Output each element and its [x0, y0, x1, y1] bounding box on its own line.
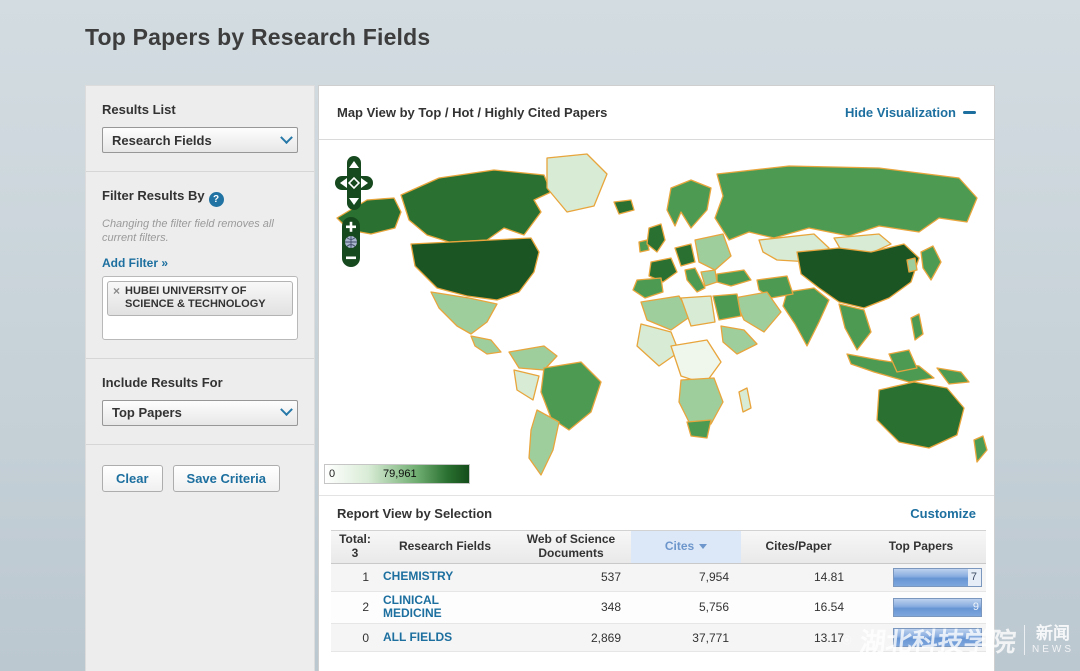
bar-value: 7: [970, 570, 977, 583]
filter-tag-label: HUBEI UNIVERSITY OF SCIENCE & TECHNOLOGY: [125, 284, 266, 310]
cell-cites: 7,954: [698, 570, 729, 585]
bar-fill: [894, 629, 981, 647]
include-results-selected: Top Papers: [112, 405, 182, 421]
main-panel: Map View by Top / Hot / Highly Cited Pap…: [318, 85, 995, 671]
map-zoom-control[interactable]: [341, 216, 361, 268]
help-icon[interactable]: ?: [208, 192, 224, 207]
column-header-cites-per-paper[interactable]: Cites/Paper: [741, 531, 856, 563]
filter-section: Filter Results By? Changing the filter f…: [86, 172, 314, 359]
top-papers-bar: [893, 628, 982, 648]
bar-fill: [894, 568, 968, 586]
results-list-label: Results List: [102, 102, 176, 117]
report-table: Total: 3 Research Fields Web of Science …: [331, 530, 986, 653]
column-header-documents[interactable]: Web of Science Documents: [511, 531, 631, 563]
row-rank: 0: [362, 630, 369, 645]
results-list-dropdown[interactable]: Research Fields: [102, 127, 298, 153]
results-list-section: Results List Research Fields: [86, 86, 314, 172]
include-results-label: Include Results For: [102, 374, 223, 390]
column-header-cites[interactable]: Cites: [631, 531, 741, 563]
sidebar: Results List Research Fields Filter Resu…: [85, 85, 315, 671]
map-area: 0 79,961: [319, 140, 994, 496]
cell-documents: 537: [600, 570, 621, 585]
field-link-clinical-medicine[interactable]: CLINICAL MEDICINE: [383, 593, 495, 622]
legend-min-value: 0: [329, 468, 336, 480]
cell-documents: 2,869: [590, 630, 621, 645]
filter-tag[interactable]: × HUBEI UNIVERSITY OF SCIENCE & TECHNOLO…: [107, 280, 293, 316]
clear-button[interactable]: Clear: [102, 464, 163, 492]
column-header-research-fields[interactable]: Research Fields: [379, 531, 511, 563]
cell-cites-per-paper: 14.81: [813, 570, 844, 585]
page-title: Top Papers by Research Fields: [85, 24, 431, 50]
cell-documents: 348: [600, 600, 621, 615]
row-rank: 2: [362, 600, 369, 615]
sort-descending-icon: [699, 544, 708, 550]
bar-value: 9: [972, 600, 979, 613]
row-rank: 1: [362, 570, 369, 585]
top-papers-bar: 7: [893, 567, 982, 587]
world-map[interactable]: [319, 140, 994, 496]
visualization-title: Map View by Top / Hot / Highly Cited Pap…: [337, 105, 608, 120]
filter-label: Filter Results By: [102, 188, 205, 203]
watermark-news-cn: 新闻: [1036, 624, 1070, 644]
include-results-dropdown[interactable]: Top Papers: [102, 399, 298, 426]
table-row: 1 CHEMISTRY 537 7,954 14.81 7: [331, 563, 986, 592]
customize-link[interactable]: Customize: [910, 506, 976, 521]
results-list-selected: Research Fields: [112, 132, 212, 148]
remove-filter-icon[interactable]: ×: [113, 284, 120, 298]
report-header: Report View by Selection Customize: [319, 496, 994, 530]
filter-box: × HUBEI UNIVERSITY OF SCIENCE & TECHNOLO…: [102, 275, 298, 340]
field-link-chemistry[interactable]: CHEMISTRY: [383, 569, 453, 584]
cell-cites: 37,771: [692, 630, 729, 645]
hide-visualization-label: Hide Visualization: [844, 105, 956, 120]
top-papers-bar: 9: [893, 597, 982, 617]
minus-icon: [963, 111, 976, 114]
watermark-news-en: NEWS: [1032, 643, 1074, 655]
include-results-section: Include Results For Top Papers: [86, 359, 314, 445]
save-criteria-button[interactable]: Save Criteria: [172, 464, 281, 492]
visualization-header: Map View by Top / Hot / Highly Cited Pap…: [319, 86, 994, 140]
table-row: 2 CLINICAL MEDICINE 348 5,756 16.54 9: [331, 591, 986, 625]
cell-cites-per-paper: 16.54: [813, 600, 844, 615]
cites-header-label: Cites: [664, 538, 695, 553]
sidebar-actions: Clear Save Criteria: [86, 445, 314, 510]
bar-fill: [894, 598, 981, 616]
cell-cites-per-paper: 13.17: [813, 630, 844, 645]
table-row: 0 ALL FIELDS 2,869 37,771 13.17: [331, 624, 986, 653]
total-count: 3: [351, 545, 359, 560]
cell-cites: 5,756: [698, 600, 729, 615]
chevron-down-icon: [280, 403, 293, 417]
column-header-top-papers[interactable]: Top Papers: [856, 531, 986, 563]
legend-max-value: 79,961: [383, 468, 417, 480]
add-filter-link[interactable]: Add Filter »: [102, 256, 168, 270]
table-header-row: Total: 3 Research Fields Web of Science …: [331, 530, 986, 564]
hide-visualization-link[interactable]: Hide Visualization: [845, 105, 976, 120]
total-label: Total:: [339, 532, 371, 546]
total-header: Total: 3: [331, 531, 379, 563]
map-legend: 0 79,961: [324, 464, 470, 484]
screen: Top Papers by Research Fields Results Li…: [0, 0, 1080, 671]
map-pan-control[interactable]: [333, 154, 375, 212]
report-title: Report View by Selection: [337, 505, 493, 521]
filter-label-row: Filter Results By?: [102, 188, 298, 207]
filter-note: Changing the filter field removes all cu…: [102, 218, 274, 245]
chevron-down-icon: [280, 130, 293, 144]
field-link-all-fields[interactable]: ALL FIELDS: [383, 630, 452, 645]
